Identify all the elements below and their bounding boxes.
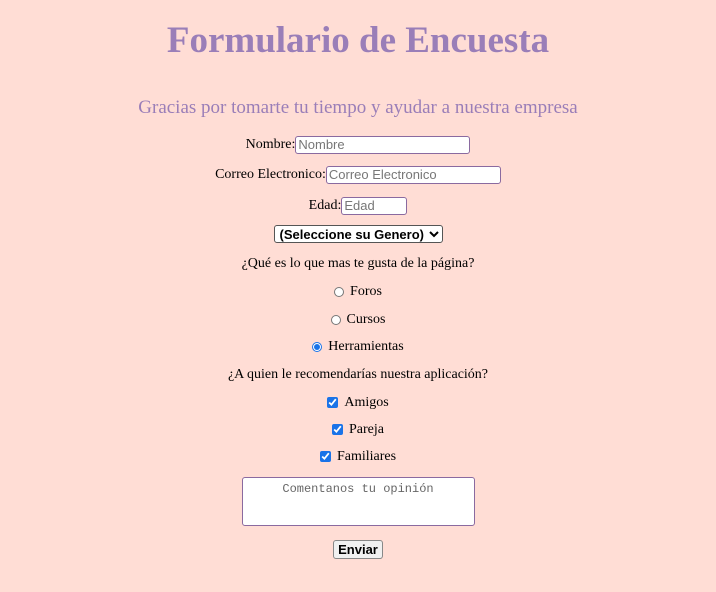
option-amigos[interactable]: Amigos	[0, 393, 716, 413]
genero-select[interactable]: (Seleccione su Genero)	[273, 225, 443, 243]
checkbox-familiares[interactable]	[319, 451, 331, 463]
question1-text: ¿Qué es lo que mas te gusta de la página…	[241, 256, 475, 271]
correo-row: Correo Electronico:	[0, 165, 716, 185]
page-title: Formulario de Encuesta	[166, 20, 550, 61]
nombre-input[interactable]	[295, 135, 471, 154]
page-subtitle: Gracias por tomarte tu tiempo y ayudar a…	[138, 97, 578, 118]
edad-input[interactable]	[341, 196, 408, 215]
radio-herramientas[interactable]	[312, 341, 323, 352]
genero-row: (Seleccione su Genero)	[0, 225, 716, 246]
comment-row	[0, 477, 716, 531]
option-familiares[interactable]: Familiares	[0, 447, 716, 467]
survey-page: Formulario de Encuesta Gracias por tomar…	[0, 0, 716, 592]
option-foros[interactable]: Foros	[0, 282, 716, 302]
option-pareja[interactable]: Pareja	[0, 420, 716, 440]
nombre-row: Nombre:	[0, 135, 716, 155]
nombre-label: Nombre:	[245, 137, 296, 152]
checkbox-amigos[interactable]	[327, 397, 339, 409]
radio-cursos[interactable]	[330, 314, 341, 325]
correo-label: Correo Electronico:	[215, 167, 326, 182]
checkbox-pareja[interactable]	[332, 424, 343, 436]
submit-row: Enviar	[0, 540, 716, 559]
edad-row: Edad:	[0, 196, 716, 216]
option-label: Herramientas	[328, 339, 404, 354]
option-label: Cursos	[346, 312, 386, 327]
correo-input[interactable]	[325, 165, 501, 184]
option-label: Familiares	[336, 449, 397, 464]
edad-label: Edad:	[308, 198, 342, 213]
question2-text: ¿A quien le recomendarías nuestra aplica…	[227, 367, 489, 382]
radio-foros[interactable]	[334, 286, 345, 297]
option-label: Amigos	[344, 395, 389, 410]
option-cursos[interactable]: Cursos	[0, 310, 716, 330]
submit-button[interactable]: Enviar	[333, 540, 383, 559]
option-label: Foros	[350, 284, 382, 299]
option-label: Pareja	[349, 422, 384, 437]
comment-textarea[interactable]	[241, 477, 475, 526]
option-herramientas[interactable]: Herramientas	[0, 337, 716, 357]
